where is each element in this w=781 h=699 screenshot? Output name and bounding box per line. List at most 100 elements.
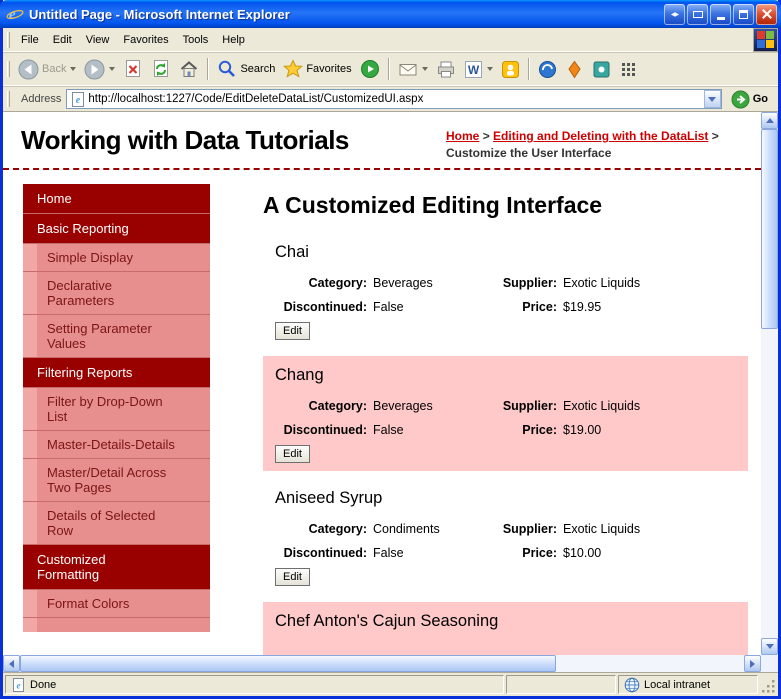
addon-3-button[interactable] [588,58,615,81]
status-zone-cell: Local intranet [618,675,758,694]
go-button[interactable]: Go [727,88,774,111]
scroll-right-button[interactable] [744,655,761,672]
address-dropdown-button[interactable] [703,90,721,108]
price-value: $19.95 [563,299,602,314]
product-card-chef-antons: Chef Anton's Cajun Seasoning [263,601,748,655]
breadcrumb-home-link[interactable]: Home [446,129,479,143]
back-icon [18,59,39,79]
print-button[interactable] [432,58,460,81]
window-titlebar: e Untitled Page - Microsoft Internet Exp… [0,0,781,28]
toolbar-grip[interactable] [7,61,10,77]
maximize-button[interactable] [733,3,754,25]
sidebar-item-filter-by-dropdown-list[interactable]: Filter by Drop-Down List [23,387,210,431]
horizontal-scroll-thumb[interactable] [20,655,556,672]
addon-1-button[interactable] [534,58,561,81]
menu-edit[interactable]: Edit [46,30,79,50]
back-dropdown-icon [70,67,77,71]
breadcrumb-separator: > [482,129,490,143]
home-button[interactable] [175,57,203,81]
sidebar-item-setting-parameter-values[interactable]: Setting Parameter Values [23,314,210,358]
supplier-value: Exotic Liquids [563,275,641,290]
sidebar-indent [23,243,37,271]
stop-button[interactable] [119,57,147,81]
refresh-button[interactable] [147,57,175,81]
supplier-value: Exotic Liquids [563,398,641,413]
menubar-grip[interactable] [7,31,10,48]
addon-4-button[interactable] [615,58,642,81]
close-icon [762,9,772,19]
sidebar-item-master-details-details[interactable]: Master-Details-Details [23,430,210,459]
category-value: Beverages [373,398,433,413]
go-arrow-icon [731,90,750,108]
horizontal-scroll-track[interactable] [20,655,744,672]
menu-view[interactable]: View [79,30,117,50]
vm-window-button[interactable] [687,3,708,25]
minimize-button[interactable] [710,3,731,25]
word-icon: W [464,60,482,78]
horizontal-scrollbar[interactable] [3,655,761,672]
edit-word-button[interactable]: W [460,58,497,81]
favorites-star-icon [283,59,304,78]
menu-file[interactable]: File [14,30,46,50]
price-label: Price: [522,545,557,560]
price-value: $10.00 [563,545,602,560]
sidebar-item-format-colors[interactable]: Format Colors [23,589,210,618]
sidebar-item-simple-display[interactable]: Simple Display [23,243,210,272]
sidebar-item-master-detail-two-pages[interactable]: Master/Detail Across Two Pages [23,458,210,502]
blue-circle-icon [538,60,556,78]
resize-grip[interactable] [760,675,776,694]
forward-button[interactable] [80,57,119,82]
scroll-up-button[interactable] [761,112,778,129]
arrow-up-icon [765,118,774,123]
vm-toggle-button[interactable]: ◀▶ [664,3,685,25]
scroll-down-button[interactable] [761,638,778,655]
addon-2-button[interactable] [561,58,588,81]
vertical-scroll-track[interactable] [761,129,778,638]
mail-button[interactable] [394,58,432,80]
messenger-button[interactable] [497,58,524,81]
sidebar-indent [23,314,37,357]
status-text: Done [30,678,57,691]
page-title: A Customized Editing Interface [263,191,603,218]
browser-viewport: Working with Data Tutorials Home > Editi… [3,112,778,672]
product-name: Chai [275,242,309,261]
discontinued-value: False [373,545,404,560]
sidebar-item-details-of-selected-row[interactable]: Details of Selected Row [23,501,210,545]
sidebar-item-basic-reporting[interactable]: Basic Reporting [23,213,210,244]
vertical-scroll-thumb[interactable] [761,129,778,329]
supplier-label: Supplier: [502,398,557,413]
favorites-button[interactable]: Favorites [279,57,355,81]
edit-button[interactable]: Edit [275,444,310,463]
svg-text:e: e [9,7,16,23]
sidebar-item-customized-formatting[interactable]: Customized Formatting [23,544,210,590]
addressbar-grip[interactable] [7,91,10,107]
svg-text:e: e [17,680,21,690]
sidebar-item-declarative-parameters[interactable]: Declarative Parameters [23,271,210,315]
address-input-wrap: e [66,89,722,109]
grip-dots-icon [762,680,775,693]
menu-favorites[interactable]: Favorites [116,30,175,50]
close-button[interactable] [756,3,777,25]
back-button[interactable]: Back [14,57,80,82]
refresh-icon [154,60,169,77]
menu-help[interactable]: Help [215,30,252,50]
menu-tools[interactable]: Tools [176,30,216,50]
sidebar-item-clipped[interactable] [23,617,210,632]
price-value: $19.00 [563,422,602,437]
discontinued-label: Discontinued: [283,299,367,314]
sidebar-item-filtering-reports[interactable]: Filtering Reports [23,357,210,388]
media-button[interactable] [356,57,384,81]
arrow-left-icon [9,659,14,668]
scroll-left-button[interactable] [3,655,20,672]
address-input[interactable] [86,93,704,105]
edit-button[interactable]: Edit [275,321,310,340]
search-button[interactable]: Search [213,57,279,81]
sidebar-item-home[interactable]: Home [23,183,210,214]
stop-icon [126,60,141,77]
category-label: Category: [308,275,367,290]
category-label: Category: [308,398,367,413]
edit-button[interactable]: Edit [275,567,310,586]
breadcrumb-section-link[interactable]: Editing and Deleting with the DataList [493,129,708,143]
vertical-scrollbar[interactable] [761,112,778,655]
product-name: Aniseed Syrup [275,488,383,507]
